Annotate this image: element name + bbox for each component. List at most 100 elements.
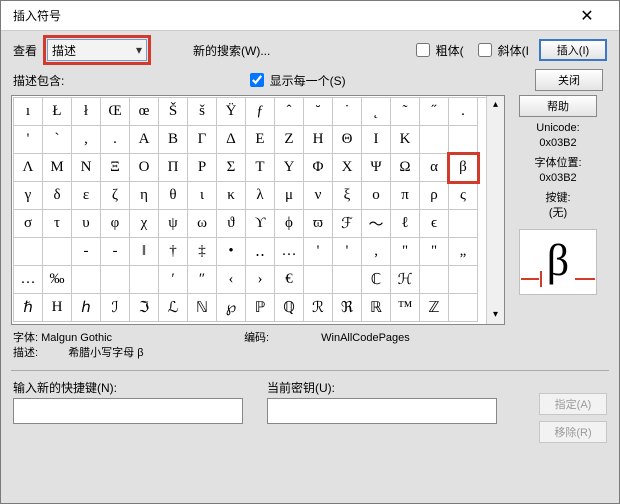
symbol-cell[interactable]: Υ — [275, 154, 304, 182]
symbol-cell[interactable]: ' — [14, 126, 43, 154]
symbol-cell[interactable]: η — [130, 182, 159, 210]
symbol-cell[interactable]: ` — [43, 126, 72, 154]
symbol-cell[interactable]: ℎ — [72, 294, 101, 322]
symbol-cell[interactable]: ˘ — [304, 98, 333, 126]
symbol-cell[interactable]: Β — [159, 126, 188, 154]
symbol-cell[interactable]: ℤ — [420, 294, 449, 322]
symbol-cell[interactable]: ℝ — [362, 294, 391, 322]
show-all-checkbox[interactable]: 显示每一个(S) — [246, 70, 346, 90]
symbol-cell[interactable]: ℙ — [246, 294, 275, 322]
symbol-cell[interactable]: Œ — [101, 98, 130, 126]
symbol-cell[interactable]: ς — [449, 182, 478, 210]
symbol-cell[interactable] — [14, 238, 43, 266]
symbol-cell[interactable]: ϑ — [217, 210, 246, 238]
symbol-cell[interactable] — [333, 266, 362, 294]
symbol-cell[interactable]: δ — [43, 182, 72, 210]
symbol-cell[interactable]: ξ — [333, 182, 362, 210]
symbol-cell[interactable] — [449, 210, 478, 238]
symbol-cell[interactable]: Η — [304, 126, 333, 154]
symbol-cell[interactable]: ℕ — [188, 294, 217, 322]
symbol-cell[interactable]: ϵ — [420, 210, 449, 238]
symbol-cell[interactable]: ε — [72, 182, 101, 210]
new-shortcut-input[interactable] — [13, 398, 243, 424]
symbol-cell[interactable]: γ — [14, 182, 43, 210]
symbol-cell[interactable]: π — [391, 182, 420, 210]
bold-checkbox[interactable]: 粗体( — [412, 40, 464, 60]
symbol-cell[interactable]: ρ — [420, 182, 449, 210]
symbol-cell[interactable]: τ — [43, 210, 72, 238]
symbol-cell[interactable]: ' — [304, 238, 333, 266]
symbol-cell[interactable]: Π — [159, 154, 188, 182]
symbol-cell[interactable]: ℋ — [391, 266, 420, 294]
symbol-cell[interactable]: Μ — [43, 154, 72, 182]
symbol-cell[interactable]: Ξ — [101, 154, 130, 182]
symbol-cell[interactable]: Δ — [217, 126, 246, 154]
symbol-cell[interactable]: œ — [130, 98, 159, 126]
symbol-cell[interactable] — [420, 126, 449, 154]
symbol-cell[interactable]: š — [188, 98, 217, 126]
symbol-cell[interactable]: ‖ — [130, 238, 159, 266]
symbol-cell[interactable]: ℚ — [275, 294, 304, 322]
symbol-cell[interactable]: ℂ — [362, 266, 391, 294]
symbol-cell[interactable]: ‹ — [217, 266, 246, 294]
scrollbar[interactable]: ▴ ▾ — [486, 96, 504, 324]
symbol-cell[interactable]: ο — [362, 182, 391, 210]
symbol-cell[interactable]: - — [101, 238, 130, 266]
symbol-cell[interactable] — [449, 126, 478, 154]
symbol-cell[interactable]: - — [72, 238, 101, 266]
symbol-cell[interactable]: . — [449, 98, 478, 126]
symbol-cell[interactable]: β — [449, 154, 478, 182]
symbol-cell[interactable]: κ — [217, 182, 246, 210]
symbol-cell[interactable]: Κ — [391, 126, 420, 154]
symbol-cell[interactable]: ℓ — [391, 210, 420, 238]
symbol-cell[interactable] — [130, 266, 159, 294]
symbol-cell[interactable]: Ψ — [362, 154, 391, 182]
symbol-cell[interactable]: Γ — [188, 126, 217, 154]
symbol-cell[interactable]: ℱ — [333, 210, 362, 238]
symbol-cell[interactable]: μ — [275, 182, 304, 210]
symbol-cell[interactable]: ℒ — [159, 294, 188, 322]
symbol-cell[interactable]: λ — [246, 182, 275, 210]
symbol-cell[interactable]: ′ — [159, 266, 188, 294]
symbol-cell[interactable]: † — [159, 238, 188, 266]
symbol-cell[interactable]: ω — [188, 210, 217, 238]
symbol-cell[interactable]: σ — [14, 210, 43, 238]
symbol-cell[interactable]: ψ — [159, 210, 188, 238]
close-button[interactable]: 关闭 — [535, 69, 603, 91]
symbol-cell[interactable]: › — [246, 266, 275, 294]
symbol-cell[interactable]: ϒ — [246, 210, 275, 238]
symbol-cell[interactable]: ℐ — [101, 294, 130, 322]
symbol-cell[interactable]: Ł — [43, 98, 72, 126]
remove-button[interactable]: 移除(R) — [539, 421, 607, 443]
symbol-cell[interactable]: Ÿ — [217, 98, 246, 126]
symbol-cell[interactable] — [420, 266, 449, 294]
symbol-cell[interactable]: φ — [101, 210, 130, 238]
symbol-cell[interactable] — [72, 266, 101, 294]
symbol-cell[interactable]: , — [72, 126, 101, 154]
close-icon[interactable]: ✕ — [567, 1, 607, 31]
symbol-cell[interactable]: Λ — [14, 154, 43, 182]
symbol-cell[interactable]: ł — [72, 98, 101, 126]
symbol-cell[interactable]: ϖ — [304, 210, 333, 238]
symbol-cell[interactable]: ˛ — [362, 98, 391, 126]
symbol-cell[interactable]: χ — [130, 210, 159, 238]
symbol-cell[interactable] — [449, 294, 478, 322]
symbol-cell[interactable]: ℏ — [14, 294, 43, 322]
symbol-cell[interactable]: € — [275, 266, 304, 294]
symbol-cell[interactable]: α — [420, 154, 449, 182]
symbol-cell[interactable]: ℑ — [130, 294, 159, 322]
symbol-cell[interactable]: Σ — [217, 154, 246, 182]
symbol-cell[interactable]: „ — [449, 238, 478, 266]
symbol-cell[interactable]: ™ — [391, 294, 420, 322]
symbol-cell[interactable]: ‚ — [362, 238, 391, 266]
symbol-cell[interactable]: ～ — [362, 210, 391, 238]
scroll-down-icon[interactable]: ▾ — [493, 306, 498, 324]
symbol-cell[interactable]: ϕ — [275, 210, 304, 238]
symbol-cell[interactable]: Ζ — [275, 126, 304, 154]
symbol-cell[interactable]: • — [217, 238, 246, 266]
symbol-cell[interactable]: υ — [72, 210, 101, 238]
symbol-cell[interactable]: Φ — [304, 154, 333, 182]
symbol-cell[interactable]: ƒ — [246, 98, 275, 126]
symbol-cell[interactable]: ı — [14, 98, 43, 126]
scroll-up-icon[interactable]: ▴ — [493, 96, 498, 114]
